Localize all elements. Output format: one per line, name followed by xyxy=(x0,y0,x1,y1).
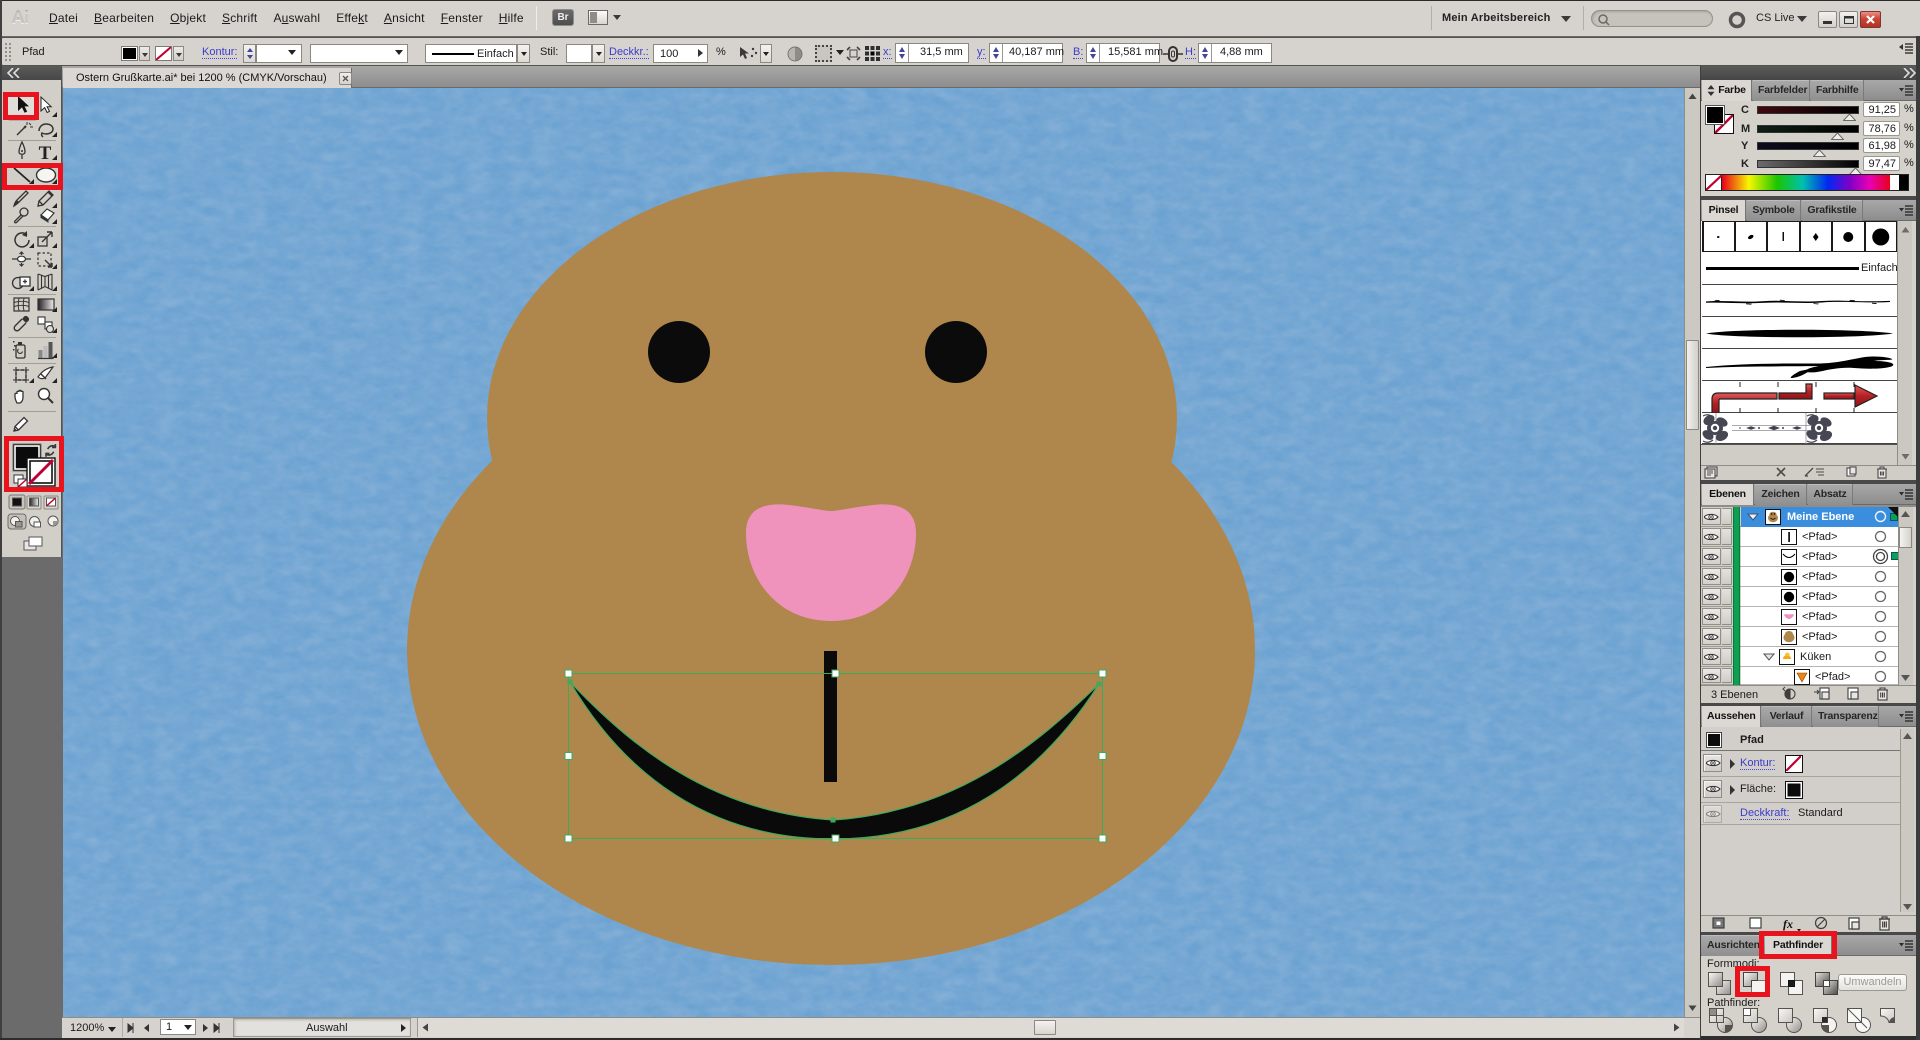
svg-text:T: T xyxy=(39,143,52,164)
svg-text:fx: fx xyxy=(1783,917,1793,931)
